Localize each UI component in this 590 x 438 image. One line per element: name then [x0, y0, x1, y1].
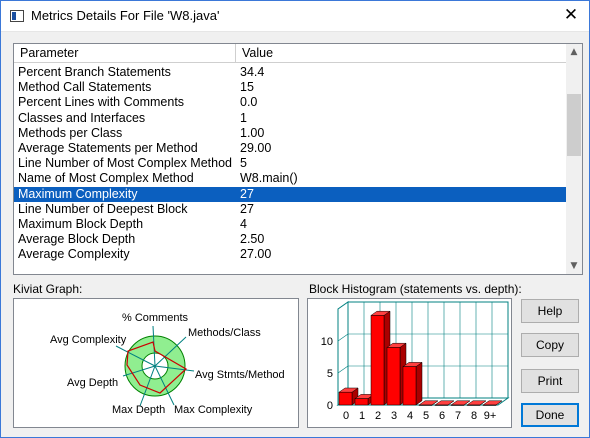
- histogram-bar: [354, 398, 369, 406]
- value-cell: 29.00: [240, 140, 272, 155]
- histogram-bar: [402, 366, 417, 406]
- histogram-x-tick-label: 9+: [484, 410, 497, 422]
- parameter-cell: Method Call Statements: [18, 80, 152, 95]
- value-cell: 15: [240, 80, 254, 95]
- close-button[interactable]: ✕: [559, 4, 583, 28]
- parameter-cell: Average Statements per Method: [18, 140, 198, 155]
- table-row[interactable]: Line Number of Deepest Block 27: [14, 202, 567, 217]
- histogram-bar-side: [415, 361, 423, 406]
- table-body: Percent Branch Statements 34.4 Method Call…: [14, 65, 567, 262]
- table-row[interactable]: Average Statements per Method 29.00: [14, 141, 567, 156]
- help-button[interactable]: Help: [521, 299, 579, 323]
- kiviat-axis-label-avg-stmts-method: Avg Stmts/Method: [195, 369, 285, 381]
- vertical-scrollbar[interactable]: ▲ ▼: [566, 44, 582, 274]
- table-row[interactable]: Maximum Block Depth 4: [14, 217, 567, 232]
- histogram-bar: [418, 404, 433, 406]
- kiviat-graph: % Comments Methods/Class Avg Stmts/Metho…: [50, 312, 285, 416]
- histogram-x-tick-label: 8: [471, 410, 477, 422]
- value-cell: 4: [240, 216, 247, 231]
- parameter-cell: Average Block Depth: [18, 232, 136, 247]
- metrics-details-window: Metrics Details For File 'W8.java' ✕ Par…: [0, 0, 590, 438]
- table-row[interactable]: Methods per Class 1.00: [14, 126, 567, 141]
- metrics-table: Parameter Value Percent Branch Statement…: [13, 43, 583, 275]
- table-row[interactable]: Method Call Statements 15: [14, 80, 567, 95]
- value-cell: 0.0: [240, 95, 258, 110]
- kiviat-axis-label-comments: % Comments: [122, 312, 189, 324]
- value-cell: 5: [240, 156, 247, 171]
- histogram-x-tick-label: 2: [375, 410, 381, 422]
- kiviat-graph-label: Kiviat Graph:: [13, 282, 83, 296]
- histogram-y-tick-label: 10: [321, 336, 333, 348]
- histogram-x-tick-label: 7: [455, 410, 461, 422]
- block-histogram-label: Block Histogram (statements vs. depth):: [309, 282, 522, 296]
- kiviat-axis-label-avg-complexity: Avg Complexity: [50, 334, 127, 346]
- done-button[interactable]: Done: [521, 403, 579, 427]
- histogram-bar: [450, 404, 465, 406]
- table-row[interactable]: Line Number of Most Complex Method 5: [14, 156, 567, 171]
- parameter-cell: Percent Lines with Comments: [18, 95, 185, 110]
- scroll-up-arrow-icon[interactable]: ▲: [566, 44, 582, 60]
- parameter-cell: Average Complexity: [18, 247, 130, 262]
- scroll-thumb[interactable]: [567, 94, 581, 156]
- histogram-y-tick-label: 0: [327, 400, 333, 412]
- table-row[interactable]: Classes and Interfaces 1: [14, 111, 567, 126]
- kiviat-graph-panel: % Comments Methods/Class Avg Stmts/Metho…: [13, 298, 299, 428]
- table-row[interactable]: Percent Lines with Comments 0.0: [14, 95, 567, 110]
- histogram-x-tick-label: 1: [359, 410, 365, 422]
- parameter-cell: Percent Branch Statements: [18, 65, 171, 79]
- column-header-parameter[interactable]: Parameter: [14, 44, 236, 63]
- block-histogram-panel: 0 5 10 0 1 2 3 4 5 6 7 8 9+: [307, 298, 512, 428]
- table-row[interactable]: Percent Branch Statements 34.4: [14, 65, 567, 80]
- value-cell: 1: [240, 110, 247, 125]
- value-cell: W8.main(): [240, 171, 298, 186]
- parameter-cell: Classes and Interfaces: [18, 110, 146, 125]
- parameter-cell: Name of Most Complex Method: [18, 171, 194, 186]
- histogram-bar: [338, 391, 353, 406]
- value-cell: 27: [240, 186, 254, 201]
- histogram-x-tick-label: 0: [343, 410, 349, 422]
- window-icon: [10, 10, 24, 22]
- kiviat-axis-label-avg-depth: Avg Depth: [67, 377, 118, 389]
- histogram-bar: [466, 404, 481, 406]
- histogram-x-tick-label: 3: [391, 410, 397, 422]
- block-histogram-chart: 05100 1 2 3 4 5 6 7 8 9+: [321, 301, 510, 422]
- scroll-down-arrow-icon[interactable]: ▼: [566, 258, 582, 274]
- kiviat-axis-label-max-depth: Max Depth: [112, 404, 165, 416]
- table-row[interactable]: Average Complexity 27.00: [14, 247, 567, 262]
- histogram-bar: [482, 404, 497, 406]
- histogram-bar: [370, 315, 385, 406]
- value-cell: 27.00: [240, 247, 272, 262]
- parameter-cell: Line Number of Most Complex Method: [18, 156, 232, 171]
- parameter-cell: Methods per Class: [18, 125, 123, 140]
- window-title: Metrics Details For File 'W8.java': [31, 8, 220, 23]
- column-header-value[interactable]: Value: [236, 44, 567, 63]
- title-bar: Metrics Details For File 'W8.java' ✕: [1, 1, 589, 32]
- value-cell: 1.00: [240, 125, 265, 140]
- kiviat-axis-label-max-complexity: Max Complexity: [174, 404, 253, 416]
- histogram-y-tick-label: 5: [327, 368, 333, 380]
- histogram-x-tick-label: 4: [407, 410, 413, 422]
- copy-button[interactable]: Copy: [521, 333, 579, 357]
- table-header: Parameter Value: [14, 44, 567, 63]
- kiviat-axis-label-methods-class: Methods/Class: [188, 327, 261, 339]
- parameter-cell: Maximum Complexity: [18, 186, 138, 201]
- histogram-bar: [434, 404, 449, 406]
- table-row[interactable]: Maximum Complexity 27: [14, 186, 567, 202]
- value-cell: 27: [240, 201, 254, 216]
- value-cell: 2.50: [240, 232, 265, 247]
- print-button[interactable]: Print: [521, 369, 579, 393]
- table-row[interactable]: Average Block Depth 2.50: [14, 232, 567, 247]
- histogram-x-tick-label: 6: [439, 410, 445, 422]
- histogram-bar: [386, 347, 401, 406]
- parameter-cell: Maximum Block Depth: [18, 216, 144, 231]
- parameter-cell: Line Number of Deepest Block: [18, 201, 188, 216]
- table-row[interactable]: Name of Most Complex Method W8.main(): [14, 171, 567, 186]
- value-cell: 34.4: [240, 65, 265, 79]
- histogram-x-tick-label: 5: [423, 410, 429, 422]
